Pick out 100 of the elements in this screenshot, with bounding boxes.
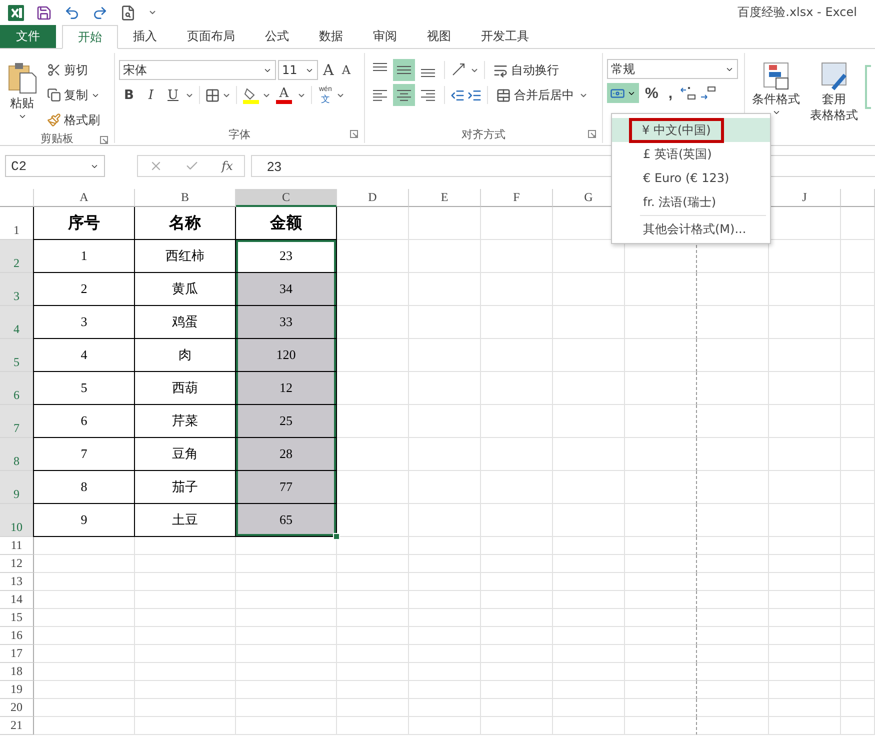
menu-item[interactable]: 其他会计格式(M)... [612, 217, 770, 241]
decrease-indent-icon[interactable] [450, 88, 465, 102]
row-header[interactable]: 19 [0, 681, 34, 699]
row-header[interactable]: 3 [0, 273, 34, 306]
row-header[interactable]: 10 [0, 504, 34, 537]
ribbon-tab[interactable]: 开始 [62, 25, 118, 49]
grid-cell [337, 405, 409, 438]
column-header[interactable]: J [769, 189, 841, 207]
percent-button[interactable]: % [641, 84, 662, 102]
grid-cell [481, 207, 553, 240]
ribbon-tab[interactable]: 文件 [0, 25, 56, 48]
vertical-align-button[interactable] [393, 59, 415, 81]
ribbon-tab[interactable]: 视图 [412, 25, 466, 48]
column-header[interactable]: A [34, 189, 135, 207]
row-header[interactable]: 16 [0, 627, 34, 645]
grid-cell [337, 681, 409, 699]
dialog-launcher-icon[interactable] [350, 130, 358, 138]
grid-cell [625, 504, 697, 537]
underline-button[interactable]: U [163, 84, 183, 106]
cell-styles-button[interactable] [865, 65, 871, 109]
redo-icon[interactable] [92, 4, 108, 20]
bold-button[interactable]: B [119, 84, 139, 106]
name-box[interactable]: C2 [5, 155, 105, 177]
save-icon[interactable] [36, 4, 52, 20]
row-header[interactable]: 12 [0, 555, 34, 573]
font-name-field[interactable]: 宋体 [119, 60, 276, 80]
ribbon-tab[interactable]: 开发工具 [466, 25, 544, 48]
grid-cell [481, 537, 553, 555]
ribbon-tab[interactable]: 页面布局 [172, 25, 250, 48]
insert-function-button[interactable]: fx [222, 159, 233, 173]
row-header[interactable]: 17 [0, 645, 34, 663]
comma-button[interactable]: , [664, 84, 677, 102]
row-header[interactable]: 18 [0, 663, 34, 681]
grid-cell [769, 339, 841, 372]
caret-icon[interactable] [148, 8, 157, 17]
menu-item[interactable]: ¥ 中文(中国) [612, 118, 770, 142]
grid-cell [409, 207, 481, 240]
undo-icon[interactable] [64, 4, 80, 20]
grid-cell [337, 555, 409, 573]
grow-font-button[interactable]: A [320, 61, 337, 79]
table-cell: 1 [33, 240, 135, 273]
row-header[interactable]: 21 [0, 717, 34, 735]
grid-cell [409, 555, 481, 573]
grid-cell [481, 627, 553, 645]
font-size-field[interactable]: 11 [278, 60, 318, 80]
align-lines-icon [421, 90, 435, 100]
grid-cell [769, 372, 841, 405]
ribbon-tab[interactable]: 审阅 [358, 25, 412, 48]
ribbon-tab[interactable]: 数据 [304, 25, 358, 48]
ribbon-tab[interactable]: 插入 [118, 25, 172, 48]
column-header[interactable]: F [481, 189, 553, 207]
dialog-launcher-icon[interactable] [588, 130, 596, 138]
row-header[interactable]: 20 [0, 699, 34, 717]
increase-decimal-icon[interactable] [678, 85, 697, 101]
cut-button[interactable]: 剪切 [44, 59, 103, 81]
row-header[interactable]: 5 [0, 339, 34, 372]
increase-indent-icon[interactable] [467, 88, 482, 102]
grid-cell [769, 663, 841, 681]
paste-button[interactable]: 粘贴 [4, 59, 40, 131]
fill-color-icon[interactable] [242, 86, 260, 104]
horizontal-align-button[interactable] [393, 84, 415, 106]
row-header[interactable]: 8 [0, 438, 34, 471]
copy-button[interactable]: 复制 [44, 84, 103, 106]
column-header[interactable]: D [337, 189, 409, 207]
column-header[interactable]: B [135, 189, 236, 207]
column-header[interactable]: E [409, 189, 481, 207]
merge-center-button[interactable]: 合并后居中 [493, 84, 577, 106]
row-header[interactable]: 4 [0, 306, 34, 339]
wrap-text-button[interactable]: 自动换行 [490, 59, 562, 81]
dialog-launcher-icon[interactable] [100, 136, 108, 144]
number-format-field[interactable]: 常规 [607, 59, 738, 79]
currency-button[interactable] [607, 83, 639, 103]
grid-cell [625, 339, 697, 372]
row-header[interactable]: 13 [0, 573, 34, 591]
row-header[interactable]: 2 [0, 240, 34, 273]
font-color-button[interactable]: A [273, 84, 295, 106]
row-header[interactable]: 14 [0, 591, 34, 609]
grid-cell [841, 627, 875, 645]
fill-handle[interactable] [333, 533, 340, 540]
paintbrush-icon [47, 113, 61, 127]
row-header[interactable]: 7 [0, 405, 34, 438]
italic-button[interactable]: I [141, 84, 161, 106]
borders-icon[interactable] [205, 88, 220, 102]
format-painter-button[interactable]: 格式刷 [44, 109, 103, 131]
shrink-font-button[interactable]: A [338, 63, 354, 77]
grid-cell [697, 537, 769, 555]
table-cell: 8 [33, 471, 135, 504]
row-header[interactable]: 9 [0, 471, 34, 504]
column-header[interactable]: C [236, 189, 337, 207]
grid-cell [481, 405, 553, 438]
table-format-button[interactable]: 套用 表格格式 [807, 59, 861, 143]
row-header[interactable]: 11 [0, 537, 34, 555]
decrease-decimal-icon[interactable] [698, 85, 717, 101]
row-header[interactable]: 15 [0, 609, 34, 627]
table-cell: 34 [235, 273, 337, 306]
ribbon-tab[interactable]: 公式 [250, 25, 304, 48]
print-preview-icon[interactable] [120, 4, 136, 20]
grid-cell [625, 681, 697, 699]
row-header[interactable]: 6 [0, 372, 34, 405]
grid-cell [409, 591, 481, 609]
